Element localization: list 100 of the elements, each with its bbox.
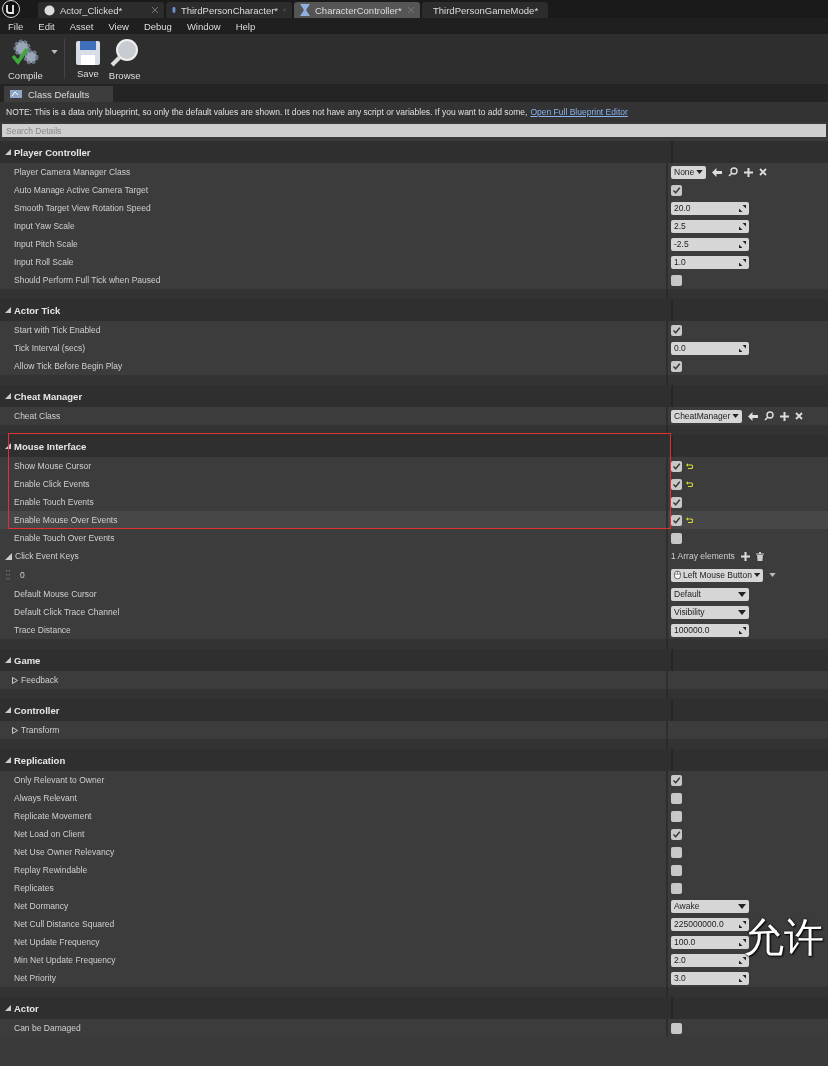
document-tab[interactable]: ThirdPersonGameMode* bbox=[422, 2, 548, 18]
checkbox[interactable] bbox=[671, 828, 682, 840]
resize-handle-icon[interactable] bbox=[739, 920, 746, 928]
expand-triangle-icon[interactable] bbox=[12, 676, 18, 684]
number-field[interactable]: 20.0 bbox=[671, 201, 749, 215]
collapse-triangle-icon[interactable] bbox=[5, 443, 11, 449]
checkbox[interactable] bbox=[671, 478, 682, 490]
resize-handle-icon[interactable] bbox=[739, 204, 746, 212]
number-field[interactable]: 100.0 bbox=[671, 935, 749, 949]
save-button[interactable]: Save bbox=[70, 39, 105, 79]
resize-handle-icon[interactable] bbox=[739, 344, 746, 352]
browse-button[interactable]: Browse bbox=[104, 37, 145, 81]
dropdown-arrow-icon[interactable] bbox=[732, 414, 740, 418]
search-field[interactable]: Search Details bbox=[2, 124, 826, 137]
expand-triangle-icon[interactable] bbox=[12, 726, 18, 734]
menu-item[interactable]: Debug bbox=[143, 20, 172, 32]
dropdown[interactable]: Awake bbox=[671, 899, 749, 913]
compile-button[interactable]: Compile bbox=[4, 37, 47, 81]
reset-arrow-icon[interactable] bbox=[686, 480, 693, 488]
dropdown-arrow-icon[interactable] bbox=[753, 573, 760, 577]
dropdown-arrow-icon[interactable] bbox=[738, 609, 746, 615]
section-header[interactable]: Cheat Manager bbox=[14, 390, 83, 402]
menu-item[interactable]: View bbox=[108, 20, 129, 32]
reset-arrow-icon[interactable] bbox=[686, 462, 693, 470]
arrow-left-icon[interactable] bbox=[748, 411, 759, 421]
property-group-label[interactable]: Transform bbox=[21, 725, 60, 735]
checkbox[interactable] bbox=[671, 184, 682, 196]
menu-item[interactable]: Help bbox=[235, 20, 256, 32]
dropdown-arrow-icon[interactable] bbox=[738, 903, 746, 909]
caret-icon[interactable] bbox=[769, 573, 776, 577]
menu-item[interactable]: File bbox=[8, 20, 24, 32]
checkbox[interactable] bbox=[671, 864, 682, 876]
number-field[interactable]: 100000.0 bbox=[671, 623, 749, 637]
document-tab[interactable]: ThirdPersonCharacter* bbox=[166, 2, 292, 18]
plus-icon[interactable] bbox=[780, 411, 790, 421]
collapse-triangle-icon[interactable] bbox=[5, 149, 11, 155]
checkbox[interactable] bbox=[671, 846, 682, 858]
document-tab[interactable]: Actor_Clicked* bbox=[38, 2, 164, 18]
trash-icon[interactable] bbox=[755, 551, 764, 561]
menu-item[interactable]: Edit bbox=[38, 20, 55, 32]
dropdown[interactable]: Visibility bbox=[671, 605, 749, 619]
section-header[interactable]: Controller bbox=[14, 704, 60, 716]
number-field[interactable]: 2.5 bbox=[671, 219, 749, 233]
checkbox[interactable] bbox=[671, 810, 682, 822]
panel-tab[interactable]: Class Defaults bbox=[4, 86, 114, 102]
resize-handle-icon[interactable] bbox=[739, 938, 746, 946]
checkbox[interactable] bbox=[671, 882, 682, 894]
expand-triangle-icon[interactable] bbox=[5, 552, 12, 560]
checkbox[interactable] bbox=[671, 792, 682, 804]
resize-handle-icon[interactable] bbox=[739, 956, 746, 964]
class-dropdown[interactable]: None bbox=[671, 165, 707, 179]
menu-item[interactable]: Window bbox=[186, 20, 221, 32]
checkbox[interactable] bbox=[671, 774, 682, 786]
caret-icon[interactable] bbox=[50, 50, 58, 54]
number-field[interactable]: 3.0 bbox=[671, 971, 749, 985]
property-group-label[interactable]: Feedback bbox=[21, 675, 59, 685]
checkbox[interactable] bbox=[671, 1022, 682, 1034]
section-header[interactable]: Player Controller bbox=[14, 146, 91, 158]
resize-handle-icon[interactable] bbox=[739, 258, 746, 266]
section-header[interactable]: Game bbox=[14, 654, 41, 666]
plus-icon[interactable] bbox=[744, 167, 754, 177]
collapse-triangle-icon[interactable] bbox=[5, 707, 11, 713]
resize-handle-icon[interactable] bbox=[739, 222, 746, 230]
dropdown[interactable]: Default bbox=[671, 587, 749, 601]
collapse-triangle-icon[interactable] bbox=[5, 757, 11, 763]
checkbox[interactable] bbox=[671, 274, 682, 286]
number-field[interactable]: -2.5 bbox=[671, 237, 749, 251]
open-editor-link[interactable]: Open Full Blueprint Editor bbox=[530, 107, 628, 117]
collapse-triangle-icon[interactable] bbox=[5, 307, 11, 313]
section-header[interactable]: Actor bbox=[14, 1002, 39, 1014]
arrow-left-icon[interactable] bbox=[712, 167, 723, 177]
collapse-triangle-icon[interactable] bbox=[5, 1005, 11, 1011]
section-header[interactable]: Replication bbox=[14, 754, 66, 766]
class-dropdown[interactable]: CheatManager bbox=[671, 409, 743, 423]
dropdown-arrow-icon[interactable] bbox=[696, 170, 704, 174]
checkbox[interactable] bbox=[671, 532, 682, 544]
section-header[interactable]: Mouse Interface bbox=[14, 440, 87, 452]
resize-handle-icon[interactable] bbox=[739, 240, 746, 248]
document-tab[interactable]: CharacterController* bbox=[294, 2, 420, 18]
resize-handle-icon[interactable] bbox=[739, 626, 746, 634]
menu-item[interactable]: Asset bbox=[69, 20, 94, 32]
search-icon[interactable] bbox=[764, 411, 775, 421]
number-field[interactable]: 0.0 bbox=[671, 341, 749, 355]
number-field[interactable]: 225000000.0 bbox=[671, 917, 749, 931]
checkbox[interactable] bbox=[671, 514, 682, 526]
number-field[interactable]: 1.0 bbox=[671, 255, 749, 269]
search-icon[interactable] bbox=[728, 167, 739, 177]
reset-arrow-icon[interactable] bbox=[686, 516, 693, 524]
section-header[interactable]: Actor Tick bbox=[14, 304, 61, 316]
key-dropdown[interactable]: Left Mouse Button bbox=[671, 568, 763, 582]
collapse-triangle-icon[interactable] bbox=[5, 393, 11, 399]
engine-logo-icon[interactable] bbox=[2, 0, 20, 18]
plus-icon[interactable] bbox=[740, 551, 750, 561]
dropdown-arrow-icon[interactable] bbox=[738, 591, 746, 597]
checkbox[interactable] bbox=[671, 460, 682, 472]
checkbox[interactable] bbox=[671, 360, 682, 372]
checkbox[interactable] bbox=[671, 324, 682, 336]
checkbox[interactable] bbox=[671, 496, 682, 508]
resize-handle-icon[interactable] bbox=[739, 974, 746, 982]
collapse-triangle-icon[interactable] bbox=[5, 657, 11, 663]
